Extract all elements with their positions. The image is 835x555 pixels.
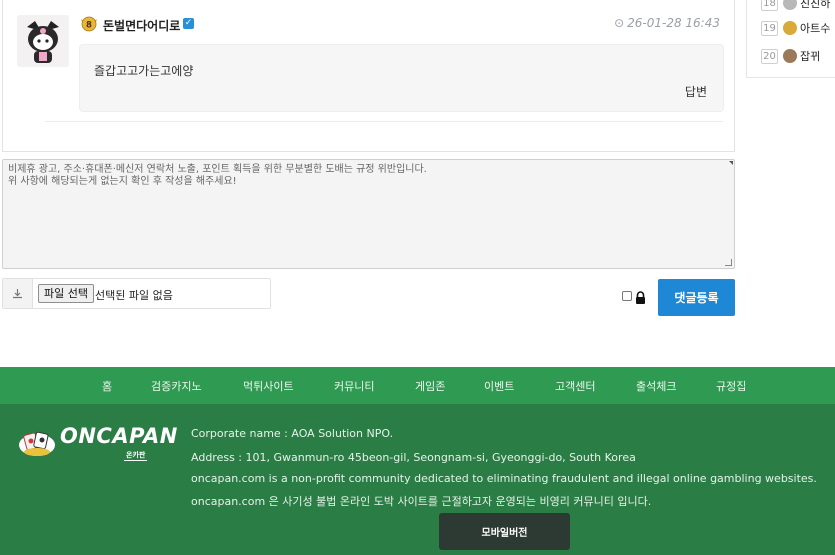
resize-handle-icon[interactable] [725,259,732,266]
rank-number: 20 [761,48,778,64]
level-badge-icon: 8 [80,15,98,33]
footer-description-en: oncapan.com is a non-profit community de… [191,472,817,485]
footer-nav-attendance[interactable]: 출석체크 [636,378,676,394]
mobile-version-button[interactable]: 모바일버전 [439,513,570,550]
footer-nav-community[interactable]: 커뮤니티 [334,378,374,394]
footer-corporate-name: Corporate name : AOA Solution NPO. [191,427,394,440]
clock-icon: ⊙ [614,16,625,30]
comment-text: 즐갑고고가는고에양 [94,64,194,78]
comment-body: 즐갑고고가는고에양 답변 [79,44,724,112]
comment-datetime: ⊙ 26-01-28 16:43 [614,16,720,30]
comment-textarea-wrapper [2,159,735,269]
rank-name: 아트수 [800,22,831,35]
file-status: 선택된 파일 없음 [95,289,173,302]
divider [45,121,723,122]
footer-description-ko: oncapan.com 은 사기성 불법 온라인 도박 사이트를 근절하고자 운… [191,495,652,508]
logo-text: ONCAPAN [60,424,178,448]
svg-text:8: 8 [86,20,92,30]
logo-mark-icon [17,428,57,458]
datetime-text: 26-01-28 16:43 [627,16,720,30]
ranking-item[interactable]: 20 잡뀌 [761,47,820,65]
footer-nav-support[interactable]: 고객센터 [555,378,595,394]
footer-nav-scam-sites[interactable]: 먹튀사이트 [243,378,294,394]
submit-comment-button[interactable]: 댓글등록 [658,279,735,316]
rank-number: 18 [761,0,778,11]
ranking-item[interactable]: 19 아트수 [761,19,830,37]
logo-subtext: 온카판 [124,451,148,461]
footer-address: Address : 101, Gwanmun-ro 45beon-gil, Se… [191,451,636,464]
rank-level-icon [783,21,797,35]
footer-nav-home[interactable]: 홈 [102,378,112,394]
reply-button[interactable]: 답변 [685,83,707,100]
corner-marker-icon [729,161,733,165]
lock-icon [635,289,646,304]
verified-icon: ✓ [183,18,194,29]
avatar[interactable] [17,15,69,67]
download-icon [3,279,33,308]
footer-nav: 홈 검증카지노 먹튀사이트 커뮤니티 게임존 이벤트 고객센터 출석체크 규정집 [0,367,835,404]
oncapan-logo[interactable]: ONCAPAN 온카판 [17,422,177,464]
file-upload-row: 파일 선택 선택된 파일 없음 [2,278,271,309]
rank-number: 19 [761,20,778,36]
footer: ONCAPAN 온카판 Corporate name : AOA Solutio… [0,404,835,555]
footer-nav-rules[interactable]: 규정집 [716,378,746,394]
rank-level-icon [783,49,797,63]
file-select-button[interactable]: 파일 선택 [38,284,94,303]
secret-checkbox[interactable] [622,291,632,301]
footer-nav-verified-casino[interactable]: 검증카지노 [151,378,202,394]
ranking-item[interactable]: 18 친친하 [761,0,830,12]
comment-author[interactable]: 돈벌면다어디로 [103,17,180,34]
comment-card: 8 돈벌면다어디로 ✓ ⊙ 26-01-28 16:43 즐갑고고가는고에양 답변 [2,0,735,152]
footer-nav-event[interactable]: 이벤트 [484,378,514,394]
comment-textarea[interactable] [3,160,734,268]
footer-nav-game-zone[interactable]: 게임존 [415,378,445,394]
rank-level-icon [783,0,797,10]
rank-name: 잡뀌 [800,50,821,63]
rank-name: 친친하 [800,0,831,10]
ranking-panel: 18 친친하 19 아트수 20 잡뀌 [746,0,835,78]
